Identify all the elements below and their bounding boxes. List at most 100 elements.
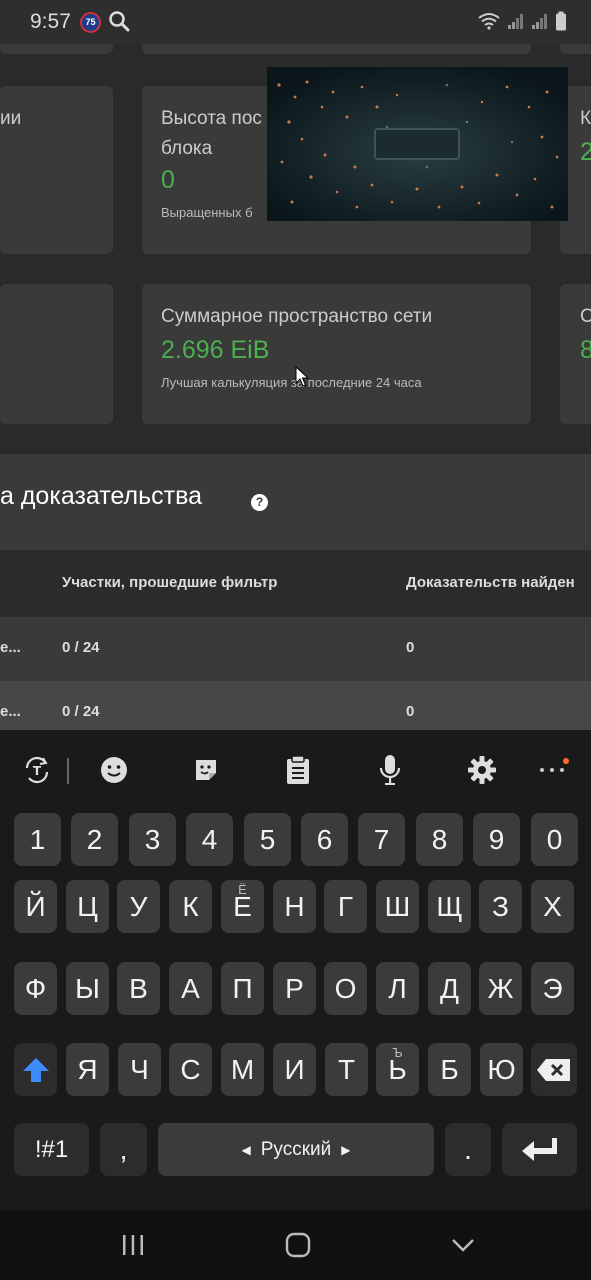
key-label: 3 — [144, 823, 161, 855]
comma-key[interactable]: , — [100, 1123, 147, 1176]
key-letter[interactable]: Щ — [428, 880, 471, 933]
key-letter[interactable]: Ю — [480, 1043, 523, 1096]
key-8[interactable]: 8 — [416, 813, 463, 866]
enter-key[interactable] — [502, 1123, 577, 1176]
key-letter[interactable]: В — [117, 962, 160, 1015]
key-0[interactable]: 0 — [531, 813, 578, 866]
search-icon — [108, 10, 130, 37]
key-label: Л — [388, 972, 407, 1004]
key-letter[interactable]: Х — [531, 880, 574, 933]
key-letter[interactable]: Ж — [479, 962, 522, 1015]
key-letter[interactable]: М — [221, 1043, 264, 1096]
home-icon[interactable] — [285, 1232, 311, 1263]
key-letter[interactable]: Г — [324, 880, 367, 933]
section-title: а доказательства — [0, 482, 202, 510]
period-key[interactable]: . — [445, 1123, 491, 1176]
key-letter[interactable]: К — [169, 880, 212, 933]
caret-right-icon: ▶ — [341, 1142, 351, 1157]
key-label: 1 — [29, 823, 46, 855]
key-letter[interactable]: Я — [66, 1043, 109, 1096]
text-mode-icon[interactable]: T — [21, 754, 53, 786]
symbols-key[interactable]: !#1 — [14, 1123, 89, 1176]
card-title: К — [580, 108, 591, 129]
key-letter[interactable]: О — [324, 962, 367, 1015]
key-letter[interactable]: ЬЪ — [376, 1043, 419, 1096]
help-icon[interactable]: ? — [251, 494, 268, 511]
key-letter[interactable]: У — [117, 880, 160, 933]
key-hint: Ё — [238, 882, 247, 897]
table-row[interactable]: е... 0 / 24 0 — [0, 617, 591, 681]
key-hint: Ъ — [392, 1045, 403, 1060]
space-key[interactable]: ◀ Русский ▶ — [158, 1123, 434, 1176]
key-label: Д — [440, 972, 459, 1004]
key-letter[interactable]: Т — [325, 1043, 368, 1096]
key-7[interactable]: 7 — [358, 813, 405, 866]
recents-icon[interactable] — [121, 1233, 145, 1262]
card-value: 2 — [580, 138, 591, 166]
key-6[interactable]: 6 — [301, 813, 348, 866]
key-letter[interactable]: ЕЁ — [221, 880, 264, 933]
card-subtitle: Лучшая калькуляция за последние 24 часа — [161, 375, 422, 390]
toolbar-divider — [67, 758, 69, 784]
card-subtitle: Выращенных б — [161, 205, 253, 220]
key-label: Ю — [487, 1053, 516, 1085]
table-row[interactable]: е... 0 / 24 0 — [0, 681, 591, 730]
key-letter[interactable]: Л — [376, 962, 419, 1015]
wifi-icon — [477, 11, 501, 36]
key-5[interactable]: 5 — [244, 813, 291, 866]
key-letter[interactable]: З — [479, 880, 522, 933]
microphone-icon[interactable] — [374, 754, 406, 786]
back-icon[interactable] — [451, 1237, 475, 1258]
key-letter[interactable]: Й — [14, 880, 57, 933]
key-letter[interactable]: Ф — [14, 962, 57, 1015]
key-label: 8 — [431, 823, 448, 855]
key-letter[interactable]: А — [169, 962, 212, 1015]
table-cell: 0 — [406, 703, 415, 720]
key-letter[interactable]: Э — [531, 962, 574, 1015]
key-label: В — [129, 972, 148, 1004]
key-letter[interactable]: Д — [428, 962, 471, 1015]
key-2[interactable]: 2 — [71, 813, 118, 866]
key-label: И — [284, 1053, 305, 1085]
key-letter[interactable]: Ч — [118, 1043, 161, 1096]
key-1[interactable]: 1 — [14, 813, 61, 866]
stat-card: ии — [0, 86, 113, 254]
key-letter[interactable]: П — [221, 962, 264, 1015]
key-letter[interactable]: Ы — [66, 962, 109, 1015]
key-letter[interactable]: Ц — [66, 880, 109, 933]
signal-icon — [531, 12, 549, 35]
svg-text:T: T — [33, 764, 42, 778]
key-letter[interactable]: Р — [273, 962, 316, 1015]
key-4[interactable]: 4 — [186, 813, 233, 866]
mouse-cursor-icon — [295, 365, 310, 393]
stat-card-partial — [560, 44, 591, 54]
table-cell: 0 — [406, 639, 415, 656]
key-letter[interactable]: С — [169, 1043, 212, 1096]
key-label: 2 — [86, 823, 103, 855]
key-label: Ш — [384, 890, 411, 922]
emoji-icon[interactable] — [98, 754, 130, 786]
clipboard-icon[interactable] — [282, 754, 314, 786]
shift-key[interactable] — [14, 1043, 57, 1096]
key-letter[interactable]: Б — [428, 1043, 471, 1096]
key-letter[interactable]: Ш — [376, 880, 419, 933]
column-header: Участки, прошедшие фильтр — [62, 574, 278, 591]
key-label: 5 — [259, 823, 276, 855]
table-header: Участки, прошедшие фильтр Доказательств … — [0, 550, 591, 617]
keyboard: T 1 2 3 4 5 6 7 8 9 0 ЙЦУ К ЕЁ НГШЩЗ Х ФЫВ АПРОЛ ДЖЭ ЯЧСМИ… — [0, 730, 591, 1210]
sticker-icon[interactable] — [190, 754, 222, 786]
key-label: Й — [25, 890, 46, 922]
key-letter[interactable]: Н — [273, 880, 316, 933]
key-label: 6 — [316, 823, 333, 855]
key-letter[interactable]: И — [273, 1043, 316, 1096]
video-overlay[interactable] — [267, 67, 568, 221]
key-3[interactable]: 3 — [129, 813, 176, 866]
stat-card-partial — [0, 44, 113, 54]
settings-icon[interactable] — [466, 754, 498, 786]
key-9[interactable]: 9 — [473, 813, 520, 866]
stat-card: С 8 — [560, 284, 591, 424]
backspace-key[interactable] — [531, 1043, 577, 1096]
card-value: 0 — [161, 166, 175, 194]
stat-card — [0, 284, 113, 424]
key-label: Т — [337, 1053, 356, 1085]
